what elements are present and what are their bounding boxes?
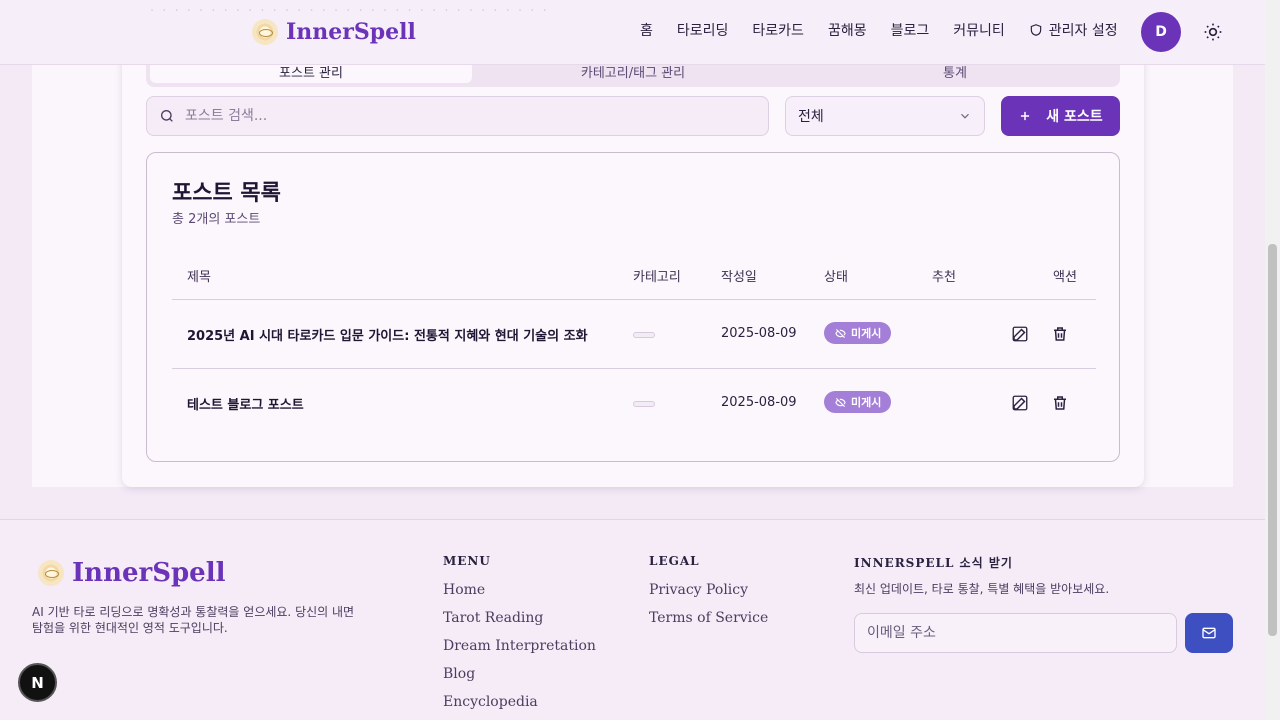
- status-filter-select[interactable]: 전체: [785, 96, 985, 136]
- footer-link-privacy[interactable]: Privacy Policy: [649, 582, 748, 598]
- status-text: 미게시: [851, 327, 882, 340]
- footer-logo-text: InnerSpell: [72, 558, 226, 588]
- footer-link-dream[interactable]: Dream Interpretation: [443, 638, 596, 654]
- eye-off-icon: [835, 328, 846, 338]
- footer-link-terms[interactable]: Terms of Service: [649, 610, 768, 626]
- status-badge: 미게시: [824, 391, 892, 413]
- col-category: 카테고리: [633, 270, 681, 285]
- footer-link-encyclopedia[interactable]: Encyclopedia: [443, 694, 538, 710]
- faded-overflow-text: · · · · · · · · · · · · · · · · · · · · …: [150, 4, 549, 19]
- nav-community[interactable]: 커뮤니티: [953, 20, 1005, 40]
- trash-icon[interactable]: [1051, 394, 1069, 412]
- logo-eye-icon: [38, 560, 64, 586]
- subscribe-button[interactable]: [1185, 613, 1233, 653]
- new-post-label: 새 포스트: [1046, 109, 1103, 125]
- nav-tarot-reading[interactable]: 타로리딩: [677, 20, 729, 40]
- newsletter-title: INNERSPELL 소식 받기: [854, 556, 1013, 570]
- footer-description: AI 기반 타로 리딩으로 명확성과 통찰력을 얻으세요. 당신의 내면 탐험을…: [32, 605, 355, 635]
- list-subtitle: 총 2개의 포스트: [172, 212, 261, 227]
- newsletter-subtitle: 최신 업데이트, 타로 통찰, 특별 혜택을 받아보세요.: [854, 582, 1110, 596]
- row-date: 2025-08-09: [721, 395, 797, 410]
- header-divider: [172, 299, 1096, 300]
- chevron-down-icon: [961, 113, 969, 119]
- row-title[interactable]: 테스트 블로그 포스트: [187, 394, 304, 413]
- category-pill: [633, 332, 655, 338]
- footer-logo[interactable]: InnerSpell: [38, 558, 225, 588]
- post-list-panel: 포스트 목록 총 2개의 포스트 제목 카테고리 작성일 상태 추천 액션 20…: [146, 152, 1120, 462]
- avatar[interactable]: D: [1141, 12, 1181, 52]
- footer-link-blog[interactable]: Blog: [443, 666, 475, 682]
- col-title: 제목: [187, 270, 211, 285]
- status-badge: 미게시: [824, 322, 892, 344]
- search-input[interactable]: [185, 108, 745, 124]
- list-title: 포스트 목록: [172, 181, 281, 206]
- shield-icon: [1030, 24, 1042, 36]
- status-text: 미게시: [851, 396, 882, 409]
- admin-label: 관리자 설정: [1048, 23, 1118, 39]
- nav-home[interactable]: 홈: [640, 20, 653, 40]
- site-header: · · · · · · · · · · · · · · · · · · · · …: [0, 0, 1265, 65]
- row-divider: [172, 368, 1096, 369]
- search-box: [146, 96, 769, 136]
- category-pill: [633, 401, 655, 407]
- mail-icon: [1202, 627, 1216, 639]
- sun-icon[interactable]: [1203, 22, 1223, 42]
- trash-icon[interactable]: [1051, 325, 1069, 343]
- col-actions: 액션: [1053, 270, 1077, 285]
- site-footer: InnerSpell AI 기반 타로 리딩으로 명확성과 통찰력을 얻으세요.…: [0, 519, 1265, 720]
- main-nav: 홈 타로리딩 타로카드 꿈해몽 블로그 커뮤니티 관리자 설정: [640, 20, 1118, 40]
- col-status: 상태: [824, 270, 848, 285]
- footer-menu-title: MENU: [443, 554, 491, 568]
- col-recommend: 추천: [932, 270, 956, 285]
- row-date: 2025-08-09: [721, 326, 797, 341]
- edit-icon[interactable]: [1011, 394, 1029, 412]
- dev-tools-badge[interactable]: N: [18, 663, 57, 702]
- newsletter-email-box: [854, 613, 1177, 653]
- logo-eye-icon: [252, 19, 278, 45]
- search-icon: [161, 110, 173, 122]
- plus-icon: [1021, 111, 1030, 121]
- nav-dream[interactable]: 꿈해몽: [828, 20, 867, 40]
- nav-admin-settings[interactable]: 관리자 설정: [1029, 20, 1118, 40]
- header-logo[interactable]: InnerSpell: [252, 19, 416, 45]
- new-post-button[interactable]: 새 포스트: [1001, 96, 1120, 136]
- email-field[interactable]: [867, 625, 1157, 641]
- nav-tarot-cards[interactable]: 타로카드: [752, 20, 804, 40]
- col-date: 작성일: [721, 270, 757, 285]
- row-title[interactable]: 2025년 AI 시대 타로카드 입문 가이드: 전통적 지혜와 현대 기술의 …: [187, 325, 588, 344]
- filter-value: 전체: [798, 109, 824, 125]
- eye-off-icon: [835, 397, 846, 407]
- edit-icon[interactable]: [1011, 325, 1029, 343]
- footer-legal-title: LEGAL: [649, 554, 700, 568]
- nav-blog[interactable]: 블로그: [891, 20, 930, 40]
- footer-link-tarot[interactable]: Tarot Reading: [443, 610, 543, 626]
- logo-text: InnerSpell: [286, 19, 416, 45]
- scrollbar-thumb[interactable]: [1268, 244, 1277, 636]
- footer-link-home[interactable]: Home: [443, 582, 485, 598]
